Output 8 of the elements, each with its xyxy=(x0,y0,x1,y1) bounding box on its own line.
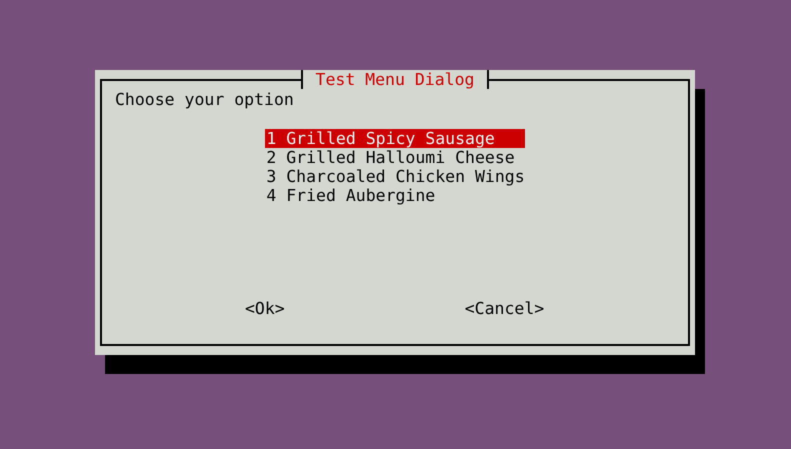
dialog-button[interactable]: <Ok> xyxy=(245,299,285,318)
dialog-title: Test Menu Dialog xyxy=(300,70,490,89)
menu-item[interactable]: 1 Grilled Spicy Sausage xyxy=(265,129,525,148)
menu-item[interactable]: 2 Grilled Halloumi Cheese xyxy=(265,148,525,167)
prompt-text: Choose your option xyxy=(114,89,295,109)
menu-item[interactable]: 3 Charcoaled Chicken Wings xyxy=(265,167,525,186)
menu-item[interactable]: 4 Fried Aubergine xyxy=(265,186,525,205)
dialog-button[interactable]: <Cancel> xyxy=(464,299,544,318)
